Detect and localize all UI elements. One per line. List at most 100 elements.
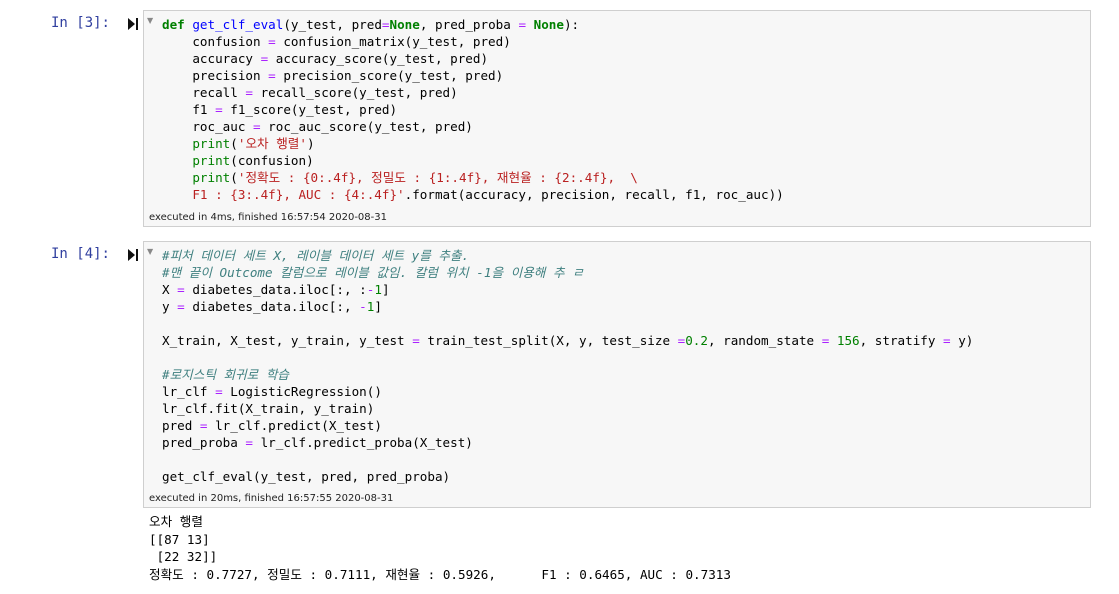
code-line: #맨 끝이 Outcome 칼럼으로 레이블 값임. 칼럼 위치 -1을 이용해…	[162, 265, 584, 280]
code-token: def	[162, 17, 193, 32]
code-token: print	[192, 153, 231, 168]
code-token: '정확도 : {0:.4f}, 정밀도 : {1:.4f}, 재현율 : {2:…	[237, 170, 638, 185]
code-token: confusion	[162, 34, 269, 49]
cell-prompt: In [4]:	[50, 246, 110, 262]
code-line: y = diabetes_data.iloc[:, -1]	[162, 299, 382, 314]
code-line: X_train, X_test, y_train, y_test = train…	[162, 333, 973, 348]
code-line: X = diabetes_data.iloc[:, :-1]	[162, 282, 390, 297]
code-editor[interactable]: def get_clf_eval(y_test, pred=None, pred…	[144, 11, 1090, 207]
code-token: pred_proba	[162, 435, 246, 450]
code-token: get_clf_eval(y_test, pred, pred_proba)	[162, 469, 451, 484]
code-line: #로지스틱 회귀로 학습	[162, 367, 289, 382]
code-token: lr_clf	[162, 384, 216, 399]
code-token: 156	[829, 333, 860, 348]
code-line: print(confusion)	[162, 153, 314, 168]
code-token: =	[412, 333, 420, 348]
code-token: (y_test, pred	[283, 17, 382, 32]
execution-info: executed in 4ms, finished 16:57:54 2020-…	[143, 209, 1091, 227]
code-token: =	[268, 34, 276, 49]
code-token: y)	[950, 333, 974, 348]
output-line: [22 32]]	[149, 549, 218, 564]
code-token: accuracy	[162, 51, 261, 66]
code-line: pred_proba = lr_clf.predict_proba(X_test…	[162, 435, 473, 450]
code-token: None	[389, 17, 420, 32]
code-line: print('정확도 : {0:.4f}, 정밀도 : {1:.4f}, 재현율…	[162, 170, 638, 185]
code-token: recall_score(y_test, pred)	[253, 85, 458, 100]
output-line: 오차 행렬	[149, 514, 203, 529]
code-token: =	[381, 17, 390, 32]
code-token: =	[245, 85, 253, 100]
code-token: diabetes_data.iloc[:,	[184, 299, 360, 314]
code-token: ]	[374, 299, 382, 314]
code-token: =	[215, 384, 223, 399]
code-token: =	[268, 68, 276, 83]
code-token: =	[943, 333, 951, 348]
cell-prompt: In [3]:	[50, 15, 110, 31]
code-token: diabetes_data.iloc[:, :	[184, 282, 367, 297]
code-line: f1 = f1_score(y_test, pred)	[162, 102, 397, 117]
code-line: print('오차 행렬')	[162, 136, 315, 151]
run-cell-icon[interactable]	[127, 248, 139, 262]
code-token: =	[518, 17, 527, 32]
code-token: =	[177, 299, 185, 314]
code-token: =	[253, 119, 261, 134]
collapse-caret-icon[interactable]: ▼	[147, 16, 153, 25]
code-token: f1_score(y_test, pred)	[222, 102, 398, 117]
code-line: roc_auc = roc_auc_score(y_test, pred)	[162, 119, 473, 134]
code-line: accuracy = accuracy_score(y_test, pred)	[162, 51, 488, 66]
code-line: precision = precision_score(y_test, pred…	[162, 68, 503, 83]
code-line: def get_clf_eval(y_test, pred=None, pred…	[162, 17, 579, 32]
code-line: confusion = confusion_matrix(y_test, pre…	[162, 34, 511, 49]
code-token: )	[306, 136, 315, 151]
code-token: print	[192, 136, 231, 151]
code-token: confusion_matrix(y_test, pred)	[275, 34, 511, 49]
cell-output: 오차 행렬 [[87 13] [22 32]] 정확도 : 0.7727, 정밀도 …	[149, 513, 731, 583]
code-line: pred = lr_clf.predict(X_test)	[162, 418, 382, 433]
code-token: LogisticRegression()	[222, 384, 382, 399]
output-line: 정확도 : 0.7727, 정밀도 : 0.7111, 재현율 : 0.5926…	[149, 566, 731, 582]
code-token: train_test_split(X, y, test_size	[419, 333, 678, 348]
code-line: recall = recall_score(y_test, pred)	[162, 85, 458, 100]
code-cell[interactable]: ▼ def get_clf_eval(y_test, pred=None, pr…	[143, 10, 1091, 210]
code-token: precision_score(y_test, pred)	[275, 68, 504, 83]
code-token: F1 : {3:.4f}, AUC : {4:.4f}'	[162, 187, 405, 202]
code-token: lr_clf.predict_proba(X_test)	[253, 435, 473, 450]
code-token: (	[230, 136, 238, 151]
code-token: None	[526, 17, 564, 32]
code-line: F1 : {3:.4f}, AUC : {4:.4f}'.format(accu…	[162, 187, 784, 202]
code-token: (	[230, 170, 238, 185]
code-cell[interactable]: ▼ #피처 데이터 세트 X, 레이블 데이터 세트 y를 추출. #맨 끝이 …	[143, 241, 1091, 491]
code-token: roc_auc_score(y_test, pred)	[260, 119, 473, 134]
code-token: y	[162, 299, 178, 314]
code-token: print	[192, 170, 231, 185]
code-token: , stratify	[859, 333, 944, 348]
code-token: , pred_proba	[419, 17, 519, 32]
code-token: precision	[162, 68, 269, 83]
code-line: lr_clf.fit(X_train, y_train)	[162, 401, 374, 416]
code-token: =	[177, 282, 185, 297]
code-token: '오차 행렬'	[237, 136, 307, 151]
collapse-caret-icon[interactable]: ▼	[147, 247, 153, 256]
code-token: X_train, X_test, y_train, y_test	[162, 333, 413, 348]
code-line: #피처 데이터 세트 X, 레이블 데이터 세트 y를 추출.	[162, 248, 469, 263]
code-token: 1	[374, 282, 382, 297]
output-line: [[87 13]	[149, 531, 210, 547]
code-editor[interactable]: #피처 데이터 세트 X, 레이블 데이터 세트 y를 추출. #맨 끝이 Ou…	[144, 242, 1090, 489]
code-token: #로지스틱 회귀로 학습	[162, 367, 290, 382]
code-token: roc_auc	[162, 119, 253, 134]
code-token: f1	[162, 102, 216, 117]
code-token: =	[199, 418, 208, 433]
code-token: accuracy_score(y_test, pred)	[268, 51, 489, 66]
code-token: #맨 끝이 Outcome 칼럼으로 레이블 값임. 칼럼 위치 -1을 이용해…	[162, 265, 584, 280]
run-cell-icon[interactable]	[127, 17, 139, 31]
code-token: lr_clf.fit(X_train, y_train)	[162, 401, 375, 416]
code-token: lr_clf.predict(X_test)	[207, 418, 382, 433]
code-token: =	[215, 102, 223, 117]
code-token: -	[359, 299, 367, 314]
code-token: =	[245, 435, 253, 450]
code-token: ]	[381, 282, 390, 297]
code-token: .format(accuracy, precision, recall, f1,…	[404, 187, 784, 202]
code-token: get_clf_eval	[192, 17, 284, 32]
code-token: (confusion)	[230, 153, 314, 168]
